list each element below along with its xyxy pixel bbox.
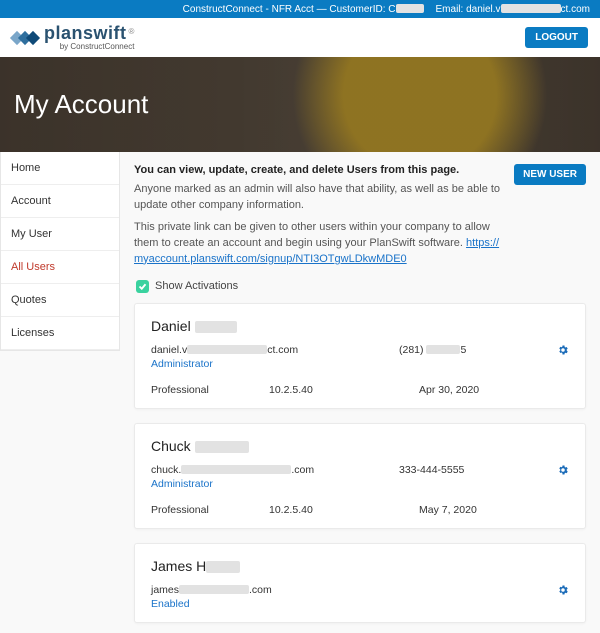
user-phone: (281) 5 [399, 344, 549, 356]
user-role: Administrator [151, 358, 399, 370]
logo-byline: by ConstructConnect [44, 43, 134, 51]
gear-icon[interactable] [557, 585, 569, 599]
user-name: Chuck [151, 438, 569, 454]
user-card: Daniel daniel.vct.com Administrator (281… [134, 303, 586, 409]
checkbox-checked-icon [136, 280, 149, 293]
user-name: James H [151, 558, 569, 574]
sidebar-item-home[interactable]: Home [1, 152, 119, 185]
new-user-button[interactable]: NEW USER [514, 164, 586, 185]
user-card: Chuck chuck..com Administrator 333-444-5… [134, 423, 586, 529]
intro-lead: You can view, update, create, and delete… [134, 164, 504, 176]
show-activations-label: Show Activations [155, 280, 238, 292]
logo-brand: planswift [44, 23, 127, 43]
user-version: 10.2.5.40 [269, 504, 419, 516]
user-plan: Professional [151, 384, 269, 396]
intro-p2: This private link can be given to other … [134, 220, 504, 268]
user-name: Daniel [151, 318, 569, 334]
user-email: james.com [151, 584, 399, 596]
user-date: May 7, 2020 [419, 504, 569, 516]
logo[interactable]: planswift® by ConstructConnect [12, 24, 134, 51]
user-card: James H james.com Enabled [134, 543, 586, 623]
header: planswift® by ConstructConnect LOGOUT [0, 18, 600, 57]
user-plan: Professional [151, 504, 269, 516]
sidebar: Home Account My User All Users Quotes Li… [0, 152, 120, 351]
sidebar-item-account[interactable]: Account [1, 185, 119, 218]
sidebar-item-licenses[interactable]: Licenses [1, 317, 119, 350]
gear-icon[interactable] [557, 345, 569, 359]
account-info: ConstructConnect - NFR Acct — CustomerID… [183, 4, 424, 15]
sidebar-item-allusers[interactable]: All Users [1, 251, 119, 284]
user-date: Apr 30, 2020 [419, 384, 569, 396]
user-phone: 333-444-5555 [399, 464, 549, 476]
page-title: My Account [14, 89, 148, 120]
sidebar-item-quotes[interactable]: Quotes [1, 284, 119, 317]
logout-button[interactable]: LOGOUT [525, 27, 588, 48]
user-email: daniel.vct.com [151, 344, 399, 356]
intro-p1: Anyone marked as an admin will also have… [134, 182, 504, 214]
main-panel: You can view, update, create, and delete… [120, 152, 600, 623]
sidebar-item-myuser[interactable]: My User [1, 218, 119, 251]
hero-banner: My Account [0, 57, 600, 152]
user-role: Administrator [151, 478, 399, 490]
user-version: 10.2.5.40 [269, 384, 419, 396]
user-role: Enabled [151, 598, 399, 610]
show-activations-toggle[interactable]: Show Activations [136, 280, 586, 293]
logo-mark-icon [12, 29, 38, 47]
top-info-bar: ConstructConnect - NFR Acct — CustomerID… [0, 0, 600, 18]
email-info: Email: daniel.vct.com [436, 4, 590, 15]
user-email: chuck..com [151, 464, 399, 476]
gear-icon[interactable] [557, 465, 569, 479]
